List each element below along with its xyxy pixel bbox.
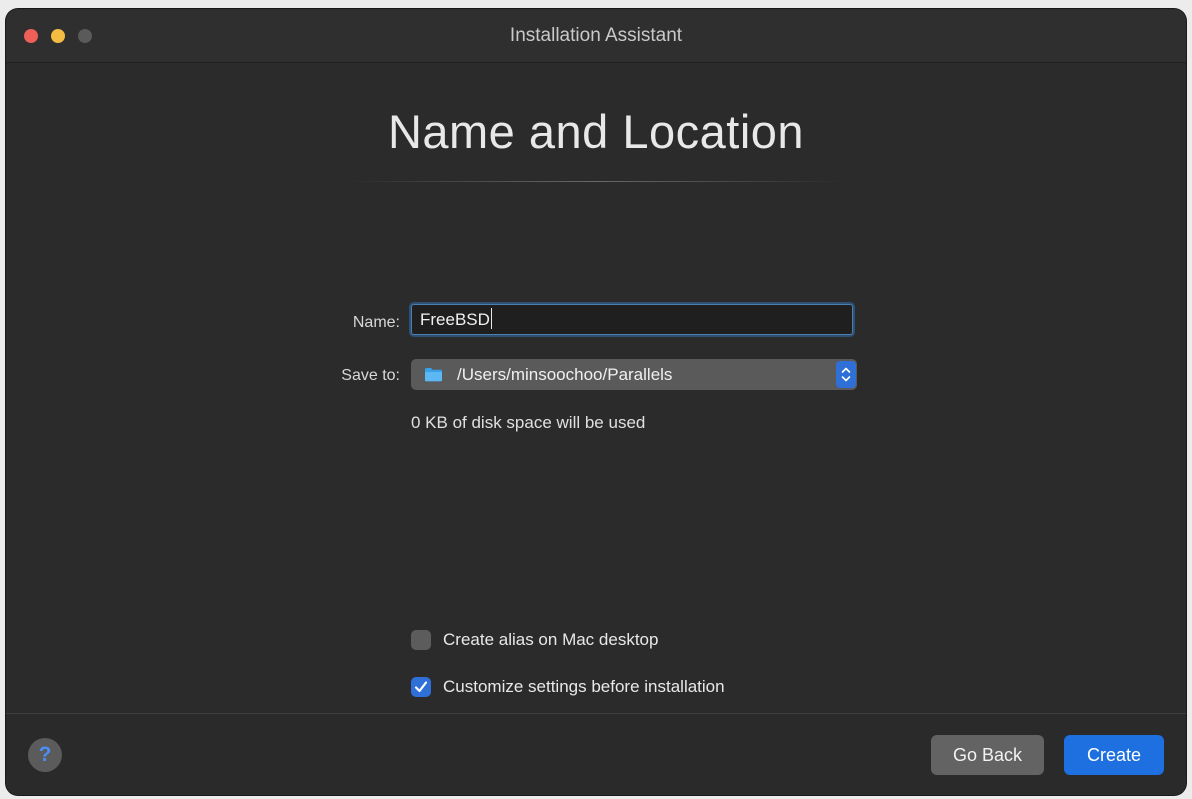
save-location-path: /Users/minsoochoo/Parallels: [457, 365, 673, 384]
title-bar: Installation Assistant: [6, 9, 1186, 63]
title-divider: [346, 181, 846, 182]
create-alias-checkbox[interactable]: [411, 630, 431, 650]
window-title: Installation Assistant: [509, 25, 683, 46]
name-label: Name:: [352, 314, 400, 331]
page-title: Name and Location: [387, 105, 805, 158]
checkmark-icon: [414, 681, 428, 693]
create-button[interactable]: Create: [1064, 735, 1164, 775]
go-back-button[interactable]: Go Back: [931, 735, 1044, 775]
footer-bar: ? Go Back Create: [6, 713, 1186, 795]
create-alias-label: Create alias on Mac desktop: [443, 630, 659, 649]
name-field-value: FreeBSD: [420, 310, 490, 329]
save-to-label: Save to:: [341, 367, 400, 384]
installation-assistant-window: Installation Assistant Name and Location…: [6, 9, 1186, 795]
up-down-chevron-icon[interactable]: [836, 361, 856, 388]
save-location-select[interactable]: /Users/minsoochoo/Parallels: [411, 359, 857, 390]
name-field[interactable]: FreeBSD: [411, 304, 853, 335]
disk-usage-note: 0 KB of disk space will be used: [411, 413, 646, 432]
text-caret: [490, 308, 492, 329]
customize-settings-checkbox[interactable]: [411, 677, 431, 697]
folder-icon: [425, 368, 442, 382]
customize-settings-label: Customize settings before installation: [443, 677, 725, 696]
help-button[interactable]: ?: [28, 738, 62, 772]
